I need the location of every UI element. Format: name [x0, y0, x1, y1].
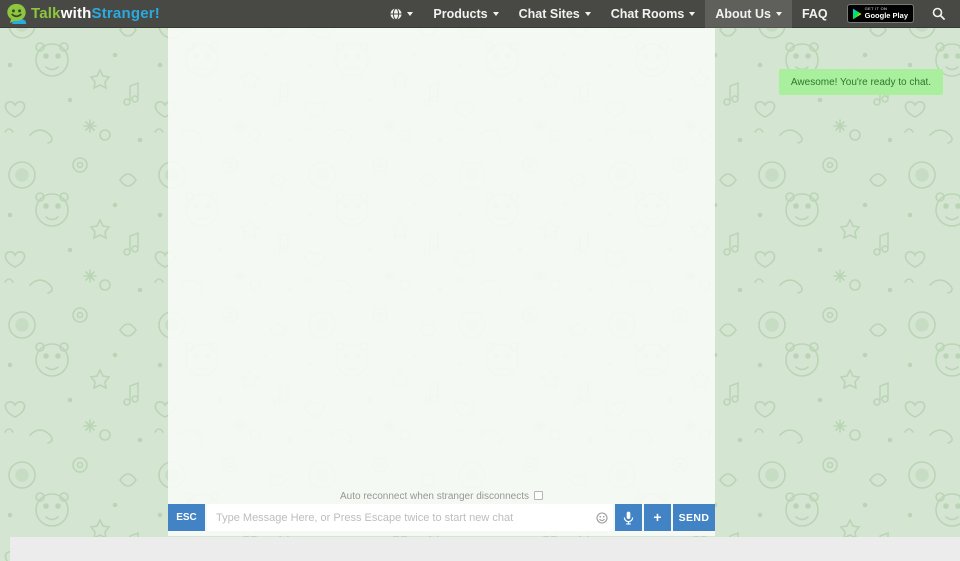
logo-text: TalkwithStranger!: [31, 5, 160, 22]
logo-text-with: with: [61, 5, 92, 22]
emoji-smiley-icon[interactable]: [596, 512, 608, 524]
logo[interactable]: TalkwithStranger!: [6, 3, 160, 24]
chat-input-bar: ESC + SEND: [168, 504, 715, 531]
message-input-wrap: [207, 504, 613, 531]
nav-item-products[interactable]: Products: [423, 0, 508, 28]
microphone-button[interactable]: [615, 504, 642, 531]
nav-item-label: Products: [433, 7, 487, 21]
ready-toast: Awesome! You're ready to chat.: [779, 69, 943, 95]
search-button[interactable]: [923, 0, 954, 28]
google-play-text: GET IT ON Google Play: [865, 7, 908, 20]
nav-item-chat-rooms[interactable]: Chat Rooms: [601, 0, 706, 28]
ready-toast-message: Awesome! You're ready to chat.: [791, 77, 931, 88]
esc-button[interactable]: ESC: [168, 504, 205, 531]
footer-bar: [10, 537, 960, 561]
auto-reconnect-checkbox[interactable]: [534, 491, 543, 500]
caret-down-icon: [689, 12, 695, 16]
top-navbar: TalkwithStranger! Products Chat Sites Ch…: [0, 0, 960, 28]
smiley-chat-bubble-icon: [6, 3, 27, 24]
microphone-icon: [623, 511, 634, 525]
nav-item-label: Chat Rooms: [611, 7, 685, 21]
auto-reconnect-label: Auto reconnect when stranger disconnects: [340, 491, 529, 502]
globe-icon: [390, 8, 402, 20]
caret-down-icon: [585, 12, 591, 16]
nav-item-language[interactable]: [380, 0, 423, 28]
navbar-menu: Products Chat Sites Chat Rooms About Us …: [380, 0, 954, 28]
caret-down-icon: [407, 12, 413, 16]
caret-down-icon: [776, 12, 782, 16]
nav-item-about-us[interactable]: About Us: [705, 0, 792, 28]
google-play-line2: Google Play: [865, 12, 908, 20]
auto-reconnect-row: Auto reconnect when stranger disconnects: [168, 491, 715, 502]
caret-down-icon: [493, 12, 499, 16]
nav-item-label: Chat Sites: [519, 7, 580, 21]
message-input[interactable]: [207, 504, 613, 531]
nav-item-chat-sites[interactable]: Chat Sites: [509, 0, 601, 28]
nav-item-label: About Us: [715, 7, 771, 21]
google-play-badge[interactable]: GET IT ON Google Play: [847, 4, 914, 23]
logo-text-talk: Talk: [31, 5, 61, 22]
search-icon: [932, 7, 945, 20]
chat-panel: Auto reconnect when stranger disconnects…: [168, 28, 715, 536]
attach-button[interactable]: +: [644, 504, 671, 531]
nav-item-label: FAQ: [802, 7, 828, 21]
logo-text-stranger: Stranger!: [92, 5, 160, 22]
nav-item-faq[interactable]: FAQ: [792, 0, 838, 28]
google-play-triangle-icon: [853, 8, 862, 20]
send-button[interactable]: SEND: [673, 504, 715, 531]
chat-messages-area: [168, 28, 715, 476]
